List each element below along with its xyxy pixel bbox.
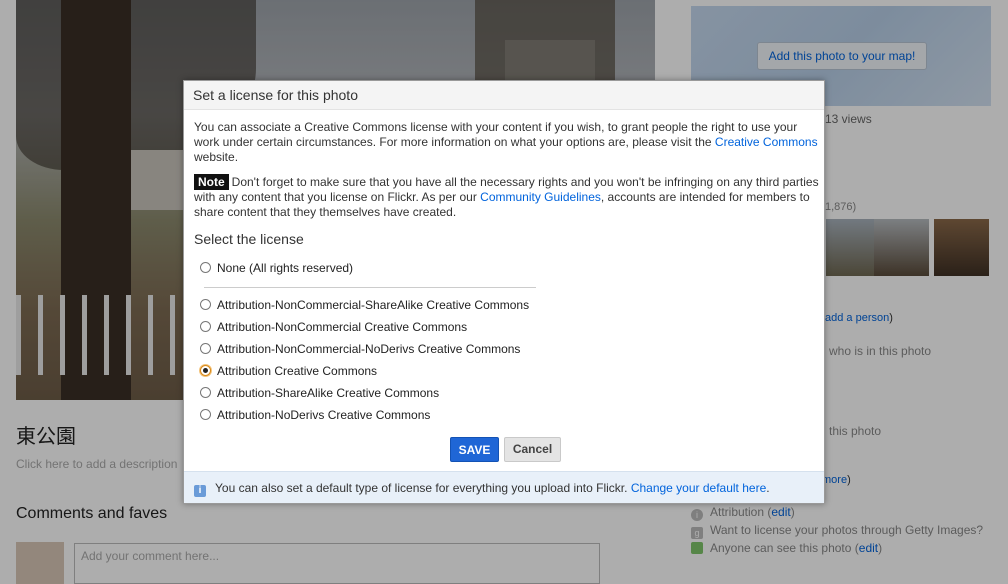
radio-button[interactable] xyxy=(200,299,211,310)
creative-commons-link[interactable]: Creative Commons xyxy=(715,135,818,149)
dialog-title: Set a license for this photo xyxy=(184,81,824,110)
radio-button-selected[interactable] xyxy=(200,365,211,376)
license-option-by-nc-sa[interactable]: Attribution-NonCommercial-ShareAlike Cre… xyxy=(200,298,529,316)
select-license-heading: Select the license xyxy=(194,231,304,247)
intro-text: You can associate a Creative Commons lic… xyxy=(194,120,798,149)
note-badge: Note xyxy=(194,174,229,190)
license-option-by-sa[interactable]: Attribution-ShareAlike Creative Commons xyxy=(200,386,439,404)
divider xyxy=(204,287,536,288)
radio-button[interactable] xyxy=(200,387,211,398)
license-option-by-nc-nd[interactable]: Attribution-NonCommercial-NoDerivs Creat… xyxy=(200,342,520,360)
license-option-label: Attribution-NonCommercial-NoDerivs Creat… xyxy=(217,342,521,356)
dialog-note: Note Don't forget to make sure that you h… xyxy=(194,174,819,220)
radio-button[interactable] xyxy=(200,343,211,354)
radio-button[interactable] xyxy=(200,262,211,273)
footer-text: You can also set a default type of licen… xyxy=(215,481,631,495)
dialog-intro: You can associate a Creative Commons lic… xyxy=(194,120,819,165)
community-guidelines-link[interactable]: Community Guidelines xyxy=(480,190,601,204)
license-option-label: None (All rights reserved) xyxy=(217,261,354,275)
license-option-by-nc[interactable]: Attribution-NonCommercial Creative Commo… xyxy=(200,320,467,338)
license-option-label: Attribution Creative Commons xyxy=(217,364,378,378)
radio-button[interactable] xyxy=(200,409,211,420)
change-default-link[interactable]: Change your default here xyxy=(631,481,766,495)
radio-button[interactable] xyxy=(200,321,211,332)
license-option-by-nd[interactable]: Attribution-NoDerivs Creative Commons xyxy=(200,408,430,426)
cancel-button[interactable]: Cancel xyxy=(504,437,561,462)
info-icon: i xyxy=(194,485,206,497)
license-option-by[interactable]: Attribution Creative Commons xyxy=(200,364,377,382)
dialog-footer: i You can also set a default type of lice… xyxy=(184,471,824,503)
footer-suffix: . xyxy=(766,481,770,495)
save-button[interactable]: SAVE xyxy=(450,437,499,462)
license-option-label: Attribution-NoDerivs Creative Commons xyxy=(217,408,431,422)
license-option-none[interactable]: None (All rights reserved) xyxy=(200,261,353,279)
license-option-label: Attribution-NonCommercial-ShareAlike Cre… xyxy=(217,298,530,312)
license-dialog: Set a license for this photo You can ass… xyxy=(183,80,825,504)
license-option-label: Attribution-NonCommercial Creative Commo… xyxy=(217,320,468,334)
intro-suffix: website. xyxy=(194,150,239,164)
license-option-label: Attribution-ShareAlike Creative Commons xyxy=(217,386,440,400)
